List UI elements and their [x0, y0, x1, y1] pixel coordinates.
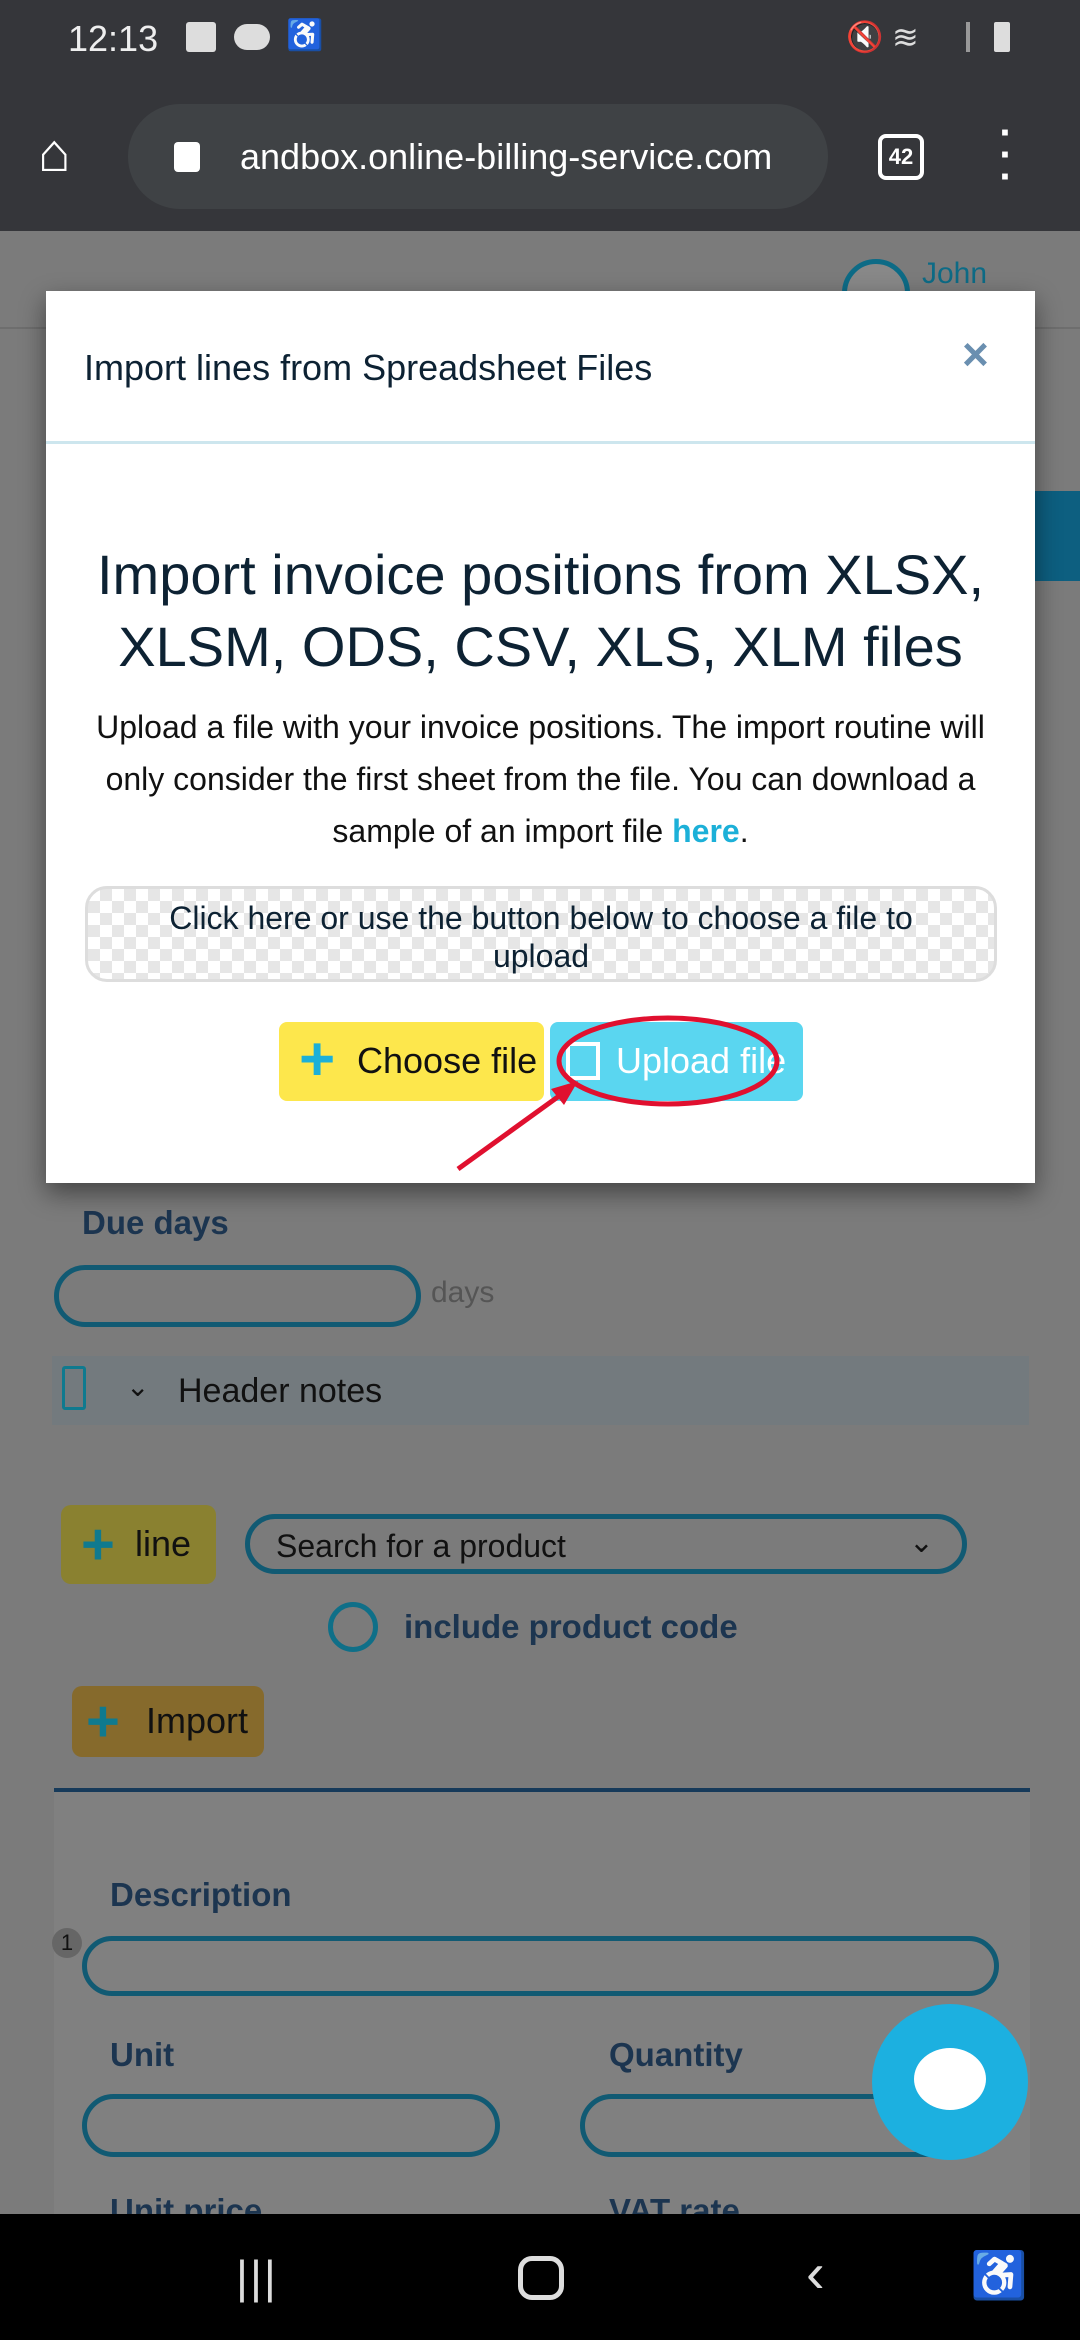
description-input[interactable] — [82, 1936, 999, 1996]
import-button[interactable]: + Import — [72, 1686, 264, 1757]
annotation-overlay — [456, 1015, 780, 1172]
user-name[interactable]: John — [922, 257, 987, 291]
back-button[interactable]: ‹ — [806, 2240, 825, 2305]
quantity-label: Quantity — [609, 2036, 743, 2073]
due-days-label: Due days — [82, 1204, 229, 1241]
line-number-badge: 1 — [52, 1928, 82, 1958]
home-button[interactable] — [518, 2256, 564, 2300]
header-notes-toggle[interactable]: ⌄ Header notes — [52, 1356, 1029, 1425]
tab-switcher-button[interactable]: 42 — [878, 134, 924, 180]
description-label: Description — [110, 1876, 292, 1913]
address-bar[interactable]: andbox.online-billing-service.com — [128, 104, 828, 209]
clock: 12:13 — [68, 18, 159, 59]
product-search-placeholder: Search for a product — [276, 1528, 566, 1564]
accessibility-button[interactable]: ♿ — [970, 2248, 1027, 2303]
recents-button[interactable]: ||| — [236, 2250, 278, 2304]
unit-label: Unit — [110, 2036, 175, 2073]
signal-icon — [940, 22, 970, 52]
header-notes-label: Header notes — [178, 1372, 383, 1410]
menu-icon[interactable]: · · · — [998, 113, 1014, 197]
plus-icon: + — [81, 1512, 115, 1577]
days-unit: days — [431, 1276, 495, 1309]
cloud-sync-icon — [234, 24, 270, 50]
chat-button[interactable] — [872, 2004, 1028, 2160]
notes-icon — [62, 1366, 86, 1410]
product-search-select[interactable]: Search for a product ⌄ — [245, 1514, 967, 1574]
import-label: Import — [146, 1700, 249, 1741]
browser-toolbar: ⌂ andbox.online-billing-service.com 42 ·… — [0, 82, 1080, 231]
url-text: andbox.online-billing-service.com — [240, 136, 773, 177]
annotation-arrow — [456, 1088, 568, 1172]
include-product-code-label: include product code — [404, 1608, 738, 1645]
chevron-down-icon: ⌄ — [126, 1371, 150, 1402]
add-line-label: line — [135, 1523, 192, 1564]
plus-icon: + — [86, 1689, 120, 1754]
chevron-down-icon: ⌄ — [908, 1526, 934, 1559]
annotation-circle — [556, 1015, 780, 1107]
due-days-input[interactable] — [54, 1265, 421, 1327]
import-modal: Import lines from Spreadsheet Files × Im… — [46, 291, 1035, 1183]
status-bar: 12:13 ♿ 🔇 ≋ — [0, 0, 1080, 82]
image-icon — [186, 22, 216, 52]
navigation-bar: ||| ‹ ♿ — [0, 2214, 1080, 2340]
include-product-code-radio[interactable] — [328, 1602, 378, 1652]
wifi-icon: ≋ — [892, 19, 919, 55]
lock-icon — [174, 142, 200, 172]
accessibility-icon: ♿ — [286, 19, 324, 52]
home-icon[interactable]: ⌂ — [38, 122, 71, 184]
unit-input[interactable] — [82, 2094, 500, 2157]
battery-icon — [994, 22, 1010, 52]
add-line-button[interactable]: + line — [61, 1505, 216, 1584]
mute-icon: 🔇 — [846, 21, 884, 54]
chat-icon — [914, 2048, 986, 2110]
